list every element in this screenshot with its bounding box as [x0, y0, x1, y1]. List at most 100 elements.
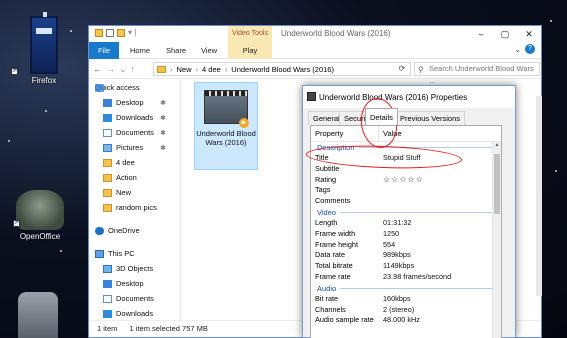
folder-icon — [103, 203, 112, 212]
sidebar-item-label: Pictures — [116, 143, 144, 152]
desktop-icon-openoffice[interactable]: ↗ OpenOffice — [10, 190, 70, 241]
tab-previous-versions[interactable]: Previous Versions — [395, 111, 466, 125]
breadcrumb-item[interactable]: Underworld Blood Wars (2016) — [231, 65, 334, 74]
sidebar-item-3d-objects[interactable]: 3D Objects — [89, 261, 180, 276]
property-row[interactable]: Channels 2 (stereo) — [311, 305, 501, 316]
section-divider — [340, 211, 501, 213]
shortcut-arrow-icon: ↗ — [13, 220, 20, 227]
property-row[interactable]: Data rate 989kbps — [311, 250, 501, 261]
video-file-icon — [307, 92, 316, 101]
sidebar-item-label: Documents — [116, 294, 154, 303]
folder-icon — [157, 65, 166, 73]
property-row[interactable]: Frame rate 23.98 frames/second — [311, 272, 501, 283]
up-arrow-icon[interactable]: ↑ — [131, 64, 136, 75]
sidebar-item-action[interactable]: Action — [89, 170, 180, 185]
property-row[interactable]: Audio sample rate 48.000 kHz — [311, 315, 501, 326]
tab-home[interactable]: Home — [125, 42, 155, 59]
back-arrow-icon[interactable]: ← — [93, 64, 102, 75]
documents-icon — [103, 128, 112, 137]
maximize-icon[interactable]: ▢ — [493, 26, 517, 42]
new-folder-icon[interactable] — [117, 29, 125, 37]
dialog-tabs: General Securi Details Previous Versions — [303, 108, 515, 125]
folder-icon — [103, 188, 112, 197]
sidebar-item-new[interactable]: New — [89, 185, 180, 200]
details-scrollbar[interactable]: ▲ — [492, 142, 501, 338]
address-bar[interactable]: › New › 4 dee › Underworld Blood Wars (2… — [153, 62, 411, 76]
downloads-icon — [103, 113, 112, 122]
sidebar-item-pictures[interactable]: Pictures ✱ — [89, 140, 180, 155]
breadcrumb-item[interactable]: 4 dee — [202, 65, 221, 74]
details-header: Property Value — [311, 126, 501, 142]
property-row[interactable]: Tags — [311, 185, 501, 196]
property-value: 48.000 kHz — [383, 315, 420, 325]
tab-share[interactable]: Share — [161, 42, 191, 59]
video-file-item[interactable]: ▶ Underworld Blood Wars (2016) — [194, 82, 258, 170]
folder-icon[interactable] — [95, 29, 103, 37]
properties-icon[interactable] — [106, 29, 114, 37]
explorer-scrollbar[interactable] — [536, 96, 542, 296]
rating-stars[interactable]: ☆☆☆☆☆ — [379, 175, 424, 186]
sidebar-item-desktop[interactable]: Desktop ✱ — [89, 95, 180, 110]
navigation-pane: Quick access Desktop ✱ Downloads ✱ Documents ✱… — [89, 80, 181, 321]
tab-view[interactable]: View — [195, 42, 223, 59]
property-value — [379, 185, 383, 196]
sidebar-item-documents[interactable]: Documents — [89, 291, 180, 306]
recent-dropdown-icon[interactable]: ⌄ — [119, 64, 127, 75]
sidebar-item-label: Documents — [116, 128, 154, 137]
property-row[interactable]: Rating ☆☆☆☆☆ — [311, 175, 501, 186]
property-row[interactable]: Total bitrate 1149kbps — [311, 261, 501, 272]
refresh-icon[interactable]: ⟳ — [394, 62, 410, 76]
forward-arrow-icon[interactable]: → — [106, 64, 115, 75]
property-name: Subtitle — [315, 163, 340, 173]
sidebar-item-downloads[interactable]: Downloads — [89, 306, 180, 321]
sidebar-item-quick-access[interactable]: Quick access — [89, 80, 180, 95]
scroll-thumb[interactable] — [494, 154, 500, 214]
property-name: Tags — [315, 185, 331, 195]
section-title: Audio — [317, 283, 337, 293]
search-input[interactable]: ⚲ Search Underworld Blood Wars ... — [414, 62, 540, 85]
sidebar-item-random-pics[interactable]: random pics — [89, 200, 180, 215]
ribbon-expand-icon[interactable]: ⌄ — [514, 45, 521, 54]
property-column-header[interactable]: Property — [311, 126, 379, 141]
sidebar-item-desktop[interactable]: Desktop — [89, 276, 180, 291]
tab-play[interactable]: Play — [228, 42, 272, 59]
sidebar-item-onedrive[interactable]: OneDrive — [89, 223, 180, 238]
property-value: Stupid Stuff — [383, 153, 421, 162]
value-column-header[interactable]: Value — [379, 126, 402, 141]
scroll-up-icon[interactable]: ▲ — [493, 142, 501, 148]
property-row[interactable]: Frame width 1250 — [311, 229, 501, 240]
sidebar-item-label: Desktop — [116, 279, 144, 288]
pin-icon: ✱ — [160, 99, 166, 107]
property-name: Rating — [315, 174, 337, 184]
tab-details[interactable]: Details — [365, 108, 398, 125]
navigation-buttons: ← → ⌄ ↑ — [93, 64, 135, 75]
window-controls: – ▢ ✕ — [469, 26, 541, 42]
play-icon: ▶ — [239, 118, 249, 128]
sidebar-item-this-pc[interactable]: This PC — [89, 246, 180, 261]
property-name: Frame width — [315, 228, 356, 238]
property-row[interactable]: Frame height 554 — [311, 240, 501, 251]
sidebar-item-label: Downloads — [116, 113, 154, 122]
help-icon[interactable]: ? — [525, 44, 535, 54]
property-row[interactable]: Title Stupid Stuff — [311, 153, 501, 164]
desktop-icon-firefox[interactable]: ↗ Firefox — [11, 12, 74, 85]
tab-file[interactable]: File — [89, 42, 119, 59]
sidebar-item-4-dee[interactable]: 4 dee — [89, 155, 180, 170]
breadcrumb-item[interactable]: New — [177, 65, 192, 74]
property-name: Frame height — [315, 239, 358, 249]
dropdown-icon[interactable]: ▾ | — [128, 29, 136, 37]
minimize-icon[interactable]: – — [469, 26, 493, 42]
sidebar-item-label: 4 dee — [116, 158, 135, 167]
property-row[interactable]: Bit rate 160kbps — [311, 294, 501, 305]
property-row[interactable]: Subtitle — [311, 164, 501, 175]
pin-icon: ✱ — [160, 114, 166, 122]
property-row[interactable]: Comments — [311, 196, 501, 207]
property-name: Title — [315, 153, 329, 162]
property-row[interactable]: Length 01:31:32 — [311, 218, 501, 229]
sidebar-item-downloads[interactable]: Downloads ✱ — [89, 110, 180, 125]
property-value: 1149kbps — [383, 261, 415, 271]
close-icon[interactable]: ✕ — [517, 26, 541, 42]
sidebar-item-documents[interactable]: Documents ✱ — [89, 125, 180, 140]
